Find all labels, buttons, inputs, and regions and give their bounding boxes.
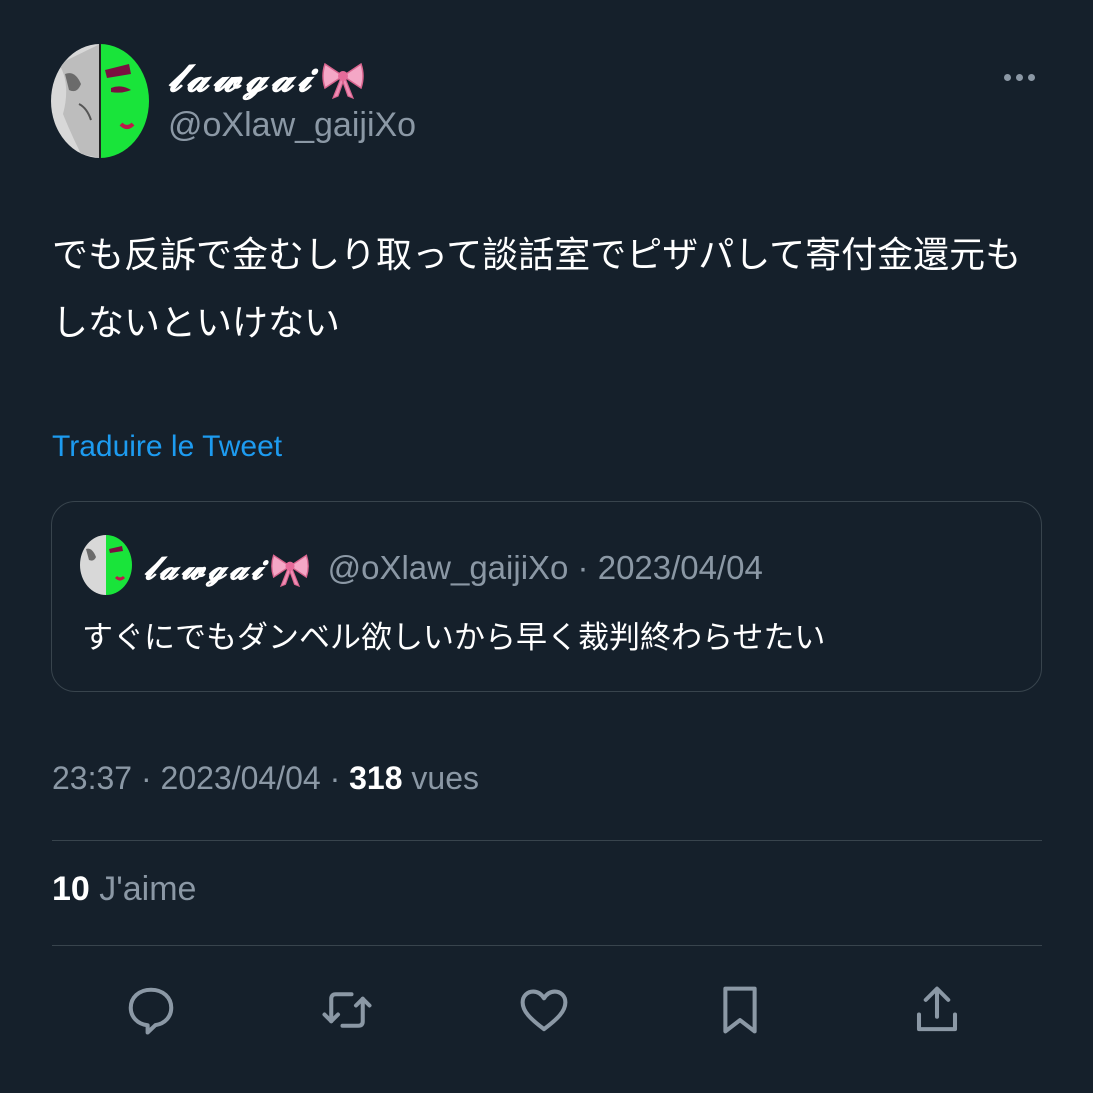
ribbon-icon — [270, 554, 309, 588]
more-dot — [1003, 73, 1011, 81]
heart-icon — [520, 989, 568, 1032]
reply-icon — [128, 987, 174, 1035]
share-icon — [916, 986, 958, 1032]
quoted-display-name: 𝓵𝓪𝔀𝓰𝓪𝓲 — [144, 548, 266, 587]
tweet-date[interactable]: 2023/04/04 — [161, 760, 321, 796]
reply-button[interactable] — [121, 975, 181, 1045]
views-label: vues — [411, 760, 479, 796]
like-button[interactable] — [514, 975, 574, 1045]
action-bar — [0, 975, 1093, 1045]
views-count: 318 — [349, 760, 403, 796]
quoted-author-avatar — [80, 535, 132, 595]
likes-stat[interactable]: 10 J'aime — [52, 870, 196, 909]
quoted-header: 𝓵𝓪𝔀𝓰𝓪𝓲 @oXlaw_gaijiXo · 2023/04/04 — [144, 540, 763, 596]
avatar-image — [80, 535, 132, 595]
quoted-handle-date: @oXlaw_gaijiXo · 2023/04/04 — [327, 549, 763, 586]
tweet-meta: 23:37 · 2023/04/04 · 318 vues — [52, 760, 479, 797]
divider — [52, 840, 1042, 841]
tweet-detail: 𝓵𝓪𝔀𝓰𝓪𝓲 @oXlaw_gaijiXo でも反訴で金むしり取って談話室でピザ… — [0, 0, 1093, 1093]
ribbon-icon — [322, 62, 364, 100]
share-button[interactable] — [907, 975, 967, 1045]
translate-tweet-link[interactable]: Traduire le Tweet — [52, 430, 282, 464]
quoted-tweet[interactable]: 𝓵𝓪𝔀𝓰𝓪𝓲 @oXlaw_gaijiXo · 2023/04/04 すぐにでも… — [51, 501, 1042, 692]
bookmark-icon — [723, 986, 757, 1034]
avatar-image — [51, 44, 149, 158]
likes-label: J'aime — [99, 870, 197, 908]
author-handle[interactable]: @oXlaw_gaijiXo — [168, 106, 416, 145]
divider — [52, 945, 1042, 946]
meta-separator: · — [329, 760, 341, 796]
more-dot — [1027, 73, 1035, 81]
author-avatar[interactable] — [51, 44, 149, 158]
tweet-time[interactable]: 23:37 — [52, 760, 132, 796]
more-dot — [1015, 73, 1023, 81]
retweet-icon — [322, 992, 372, 1028]
display-name-text: 𝓵𝓪𝔀𝓰𝓪𝓲 — [168, 55, 316, 100]
tweet-text: でも反訴で金むしり取って談話室でピザパして寄付金還元もしないといけない — [52, 235, 1022, 344]
meta-separator: · — [140, 760, 152, 796]
retweet-button[interactable] — [317, 975, 377, 1045]
quoted-tweet-text: すぐにでもダンベル欲しいから早く裁判終わらせたい — [82, 620, 826, 656]
likes-count: 10 — [52, 870, 90, 908]
author-display-name[interactable]: 𝓵𝓪𝔀𝓰𝓪𝓲 — [168, 50, 365, 106]
more-options-icon[interactable] — [996, 60, 1042, 94]
bookmark-button[interactable] — [710, 975, 770, 1045]
